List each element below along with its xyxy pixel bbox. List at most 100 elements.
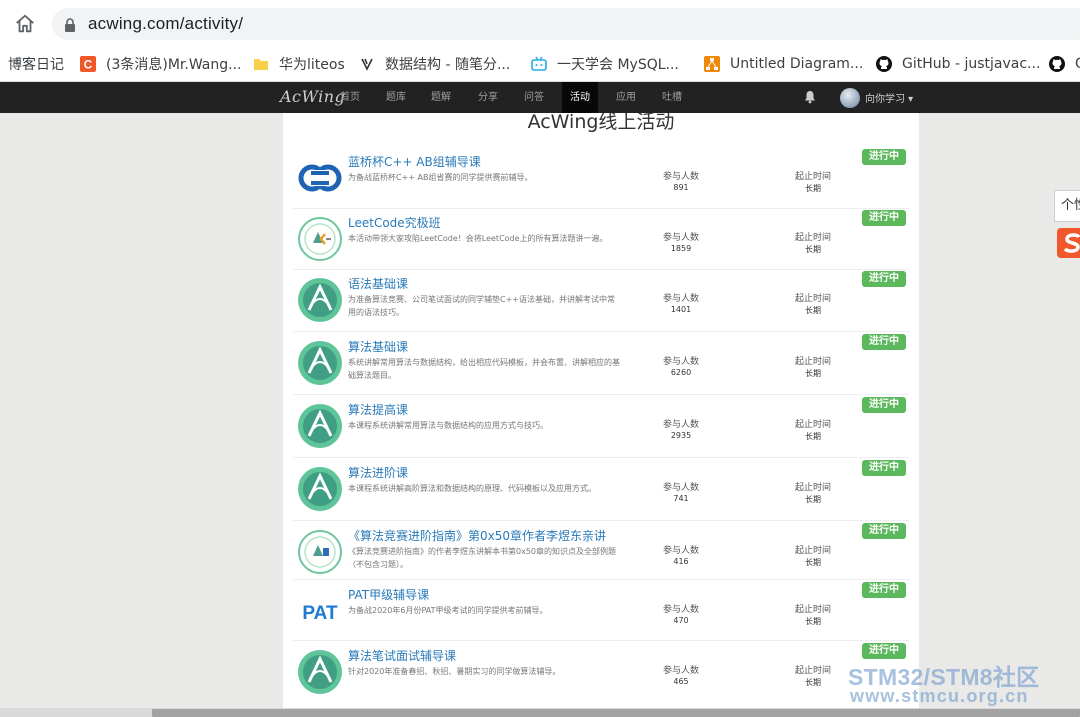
bell-icon[interactable] (804, 90, 816, 104)
activity-title[interactable]: PAT甲级辅导课 (348, 586, 429, 603)
status-badge: 进行中 (862, 210, 906, 226)
github-icon (1049, 56, 1065, 72)
participants-label: 参与人数 (662, 233, 699, 243)
site-navbar: AcWing 首页 题库 题解 分享 问答 活动 应用 吐槽 向你学习 ▾ (0, 82, 1080, 113)
home-icon[interactable] (14, 13, 36, 35)
svg-text:C: C (84, 58, 93, 72)
participants-count: 2935 (670, 431, 692, 440)
url-text[interactable]: acwing.com/activity/ (88, 14, 243, 34)
user-menu[interactable]: 向你学习 ▾ (840, 87, 913, 108)
bookmark-label: G (1075, 56, 1080, 72)
deadline-value: 长期 (805, 369, 821, 378)
activity-row: 算法基础课 系统讲解常用算法与数据结构，给出相应代码模板，并会布置、讲解相应的基… (293, 333, 909, 395)
deadline-value: 长期 (805, 558, 821, 567)
pat-logo-icon[interactable]: PAT (297, 588, 343, 634)
svg-text:PAT: PAT (302, 603, 338, 624)
participants-label: 参与人数 (662, 357, 699, 367)
acwing-logo-icon[interactable] (297, 649, 343, 695)
deadline-value: 长期 (805, 184, 821, 193)
csdn-icon: C (80, 56, 96, 72)
status-badge: 进行中 (862, 149, 906, 165)
acwing-logo-icon[interactable] (297, 340, 343, 386)
bookmark-blog-diary[interactable]: 博客日记 (8, 54, 64, 74)
participants-count: 470 (673, 616, 689, 625)
bookmark-mysql[interactable]: 一天学会 MySQL... (531, 54, 679, 74)
nav-qa[interactable]: 问答 (523, 82, 545, 113)
participants-label: 参与人数 (662, 420, 699, 430)
bookmark-label: 华为liteos (279, 57, 345, 73)
deadline-label: 起止时间 (794, 357, 831, 367)
bookmark-label: (3条消息)Mr.Wang... (106, 57, 242, 73)
deadline-value: 长期 (805, 432, 821, 441)
tooltip-fragment: 个性 (1054, 190, 1080, 222)
participants-count: 891 (673, 183, 689, 192)
status-badge: 进行中 (862, 643, 906, 659)
participants-label: 参与人数 (662, 172, 699, 182)
horizontal-scrollbar-thumb[interactable] (152, 709, 1080, 717)
participants-count: 465 (673, 677, 689, 686)
deadline-value: 长期 (805, 306, 821, 315)
nav-share[interactable]: 分享 (477, 82, 499, 113)
deadline-label: 起止时间 (794, 420, 831, 430)
status-badge: 进行中 (862, 523, 906, 539)
leetcode-logo-icon[interactable] (297, 216, 343, 262)
avatar (840, 87, 860, 108)
activity-title[interactable]: 蓝桥杯C++ AB组辅导课 (348, 153, 481, 170)
participants-label: 参与人数 (662, 483, 699, 493)
activity-title[interactable]: 算法基础课 (348, 338, 408, 355)
bookmark-label: 数据结构 - 随笔分... (385, 57, 511, 73)
status-badge: 进行中 (862, 460, 906, 476)
nav-apps[interactable]: 应用 (615, 82, 637, 113)
nav-solutions[interactable]: 题解 (430, 82, 452, 113)
nav-activity[interactable]: 活动 (562, 82, 598, 113)
deadline-value: 长期 (805, 245, 821, 254)
activity-title[interactable]: 算法进阶课 (348, 464, 408, 481)
activity-title[interactable]: 语法基础课 (348, 275, 408, 292)
deadline-value: 长期 (805, 678, 821, 687)
activity-desc: 本课程系统讲解高阶算法和数据结构的原理、代码模板以及应用方式。 (348, 484, 596, 493)
site-logo[interactable]: AcWing (280, 87, 345, 106)
book-logo-icon[interactable] (297, 529, 343, 575)
activity-row: 蓝桥杯C++ AB组辅导课 为备战蓝桥杯C++ AB组省赛的同学提供赛前辅导。 … (293, 148, 909, 209)
bookmark-data-structures[interactable]: 数据结构 - 随笔分... (359, 54, 510, 74)
bookmark-github-2[interactable]: G (1049, 54, 1080, 74)
activity-title[interactable]: 算法笔试面试辅导课 (348, 647, 456, 664)
deadline-label: 起止时间 (794, 294, 831, 304)
bookmark-github[interactable]: GitHub - justjavac... (876, 54, 1040, 74)
nav-feedback[interactable]: 吐槽 (661, 82, 683, 113)
participants-label: 参与人数 (662, 294, 699, 304)
lanqiao-logo-icon[interactable] (297, 155, 343, 201)
nav-home[interactable]: 首页 (339, 82, 361, 113)
acwing-logo-icon[interactable] (297, 403, 343, 449)
lock-icon[interactable] (64, 18, 76, 32)
acwing-logo-icon[interactable] (297, 277, 343, 323)
activity-desc: 本课程系统讲解常用算法与数据结构的应用方式与技巧。 (348, 421, 548, 430)
status-badge: 进行中 (862, 582, 906, 598)
activity-desc: 系统讲解常用算法与数据结构，给出相应代码模板，并会布置、讲解相应的基础算法题目。 (348, 358, 620, 380)
activity-title[interactable]: 算法提高课 (348, 401, 408, 418)
bookmark-csdn[interactable]: C (3条消息)Mr.Wang... (80, 54, 241, 74)
deadline-value: 长期 (805, 617, 821, 626)
bookmark-label: GitHub - justjavac... (902, 56, 1041, 72)
activity-title[interactable]: 《算法竞赛进阶指南》第0x50章作者李煜东亲讲 (348, 527, 606, 544)
sogou-ime-icon[interactable] (1057, 228, 1080, 258)
watermark-url: www.stmcu.org.cn (850, 686, 1029, 706)
activity-title[interactable]: LeetCode究极班 (348, 214, 441, 231)
activity-desc: 《算法竞赛进阶指南》的作者李煜东讲解本书第0x50章的知识点及全部例题（不包含习… (348, 547, 617, 569)
drawio-icon (704, 56, 720, 72)
activity-panel: AcWing线上活动 蓝桥杯C++ AB组辅导课 为备战蓝桥杯C++ AB组省赛… (283, 113, 919, 717)
activity-desc: 本活动带领大家攻陷LeetCode！会将LeetCode上的所有算法题讲一遍。 (348, 234, 608, 243)
bookmark-huawei-liteos[interactable]: 华为liteos (253, 54, 345, 74)
acwing-logo-icon[interactable] (297, 466, 343, 512)
participants-count: 6260 (670, 368, 692, 377)
bookmark-label: Untitled Diagram... (730, 56, 864, 72)
status-badge: 进行中 (862, 271, 906, 287)
activity-row: 语法基础课 为准备算法竞赛、公司笔试面试的同学辅垫C++语法基础，并讲解考试中常… (293, 270, 909, 332)
bookmark-untitled-diagram[interactable]: Untitled Diagram... (704, 54, 863, 74)
status-badge: 进行中 (862, 334, 906, 350)
participants-count: 416 (673, 557, 689, 566)
activity-desc: 为准备算法竞赛、公司笔试面试的同学辅垫C++语法基础，并讲解考试中常用的语法技巧… (348, 295, 615, 317)
deadline-label: 起止时间 (794, 605, 831, 615)
nav-problems[interactable]: 题库 (385, 82, 407, 113)
activity-desc: 为备战2020年6月份PAT甲级考试的同学提供考前辅导。 (348, 606, 548, 615)
